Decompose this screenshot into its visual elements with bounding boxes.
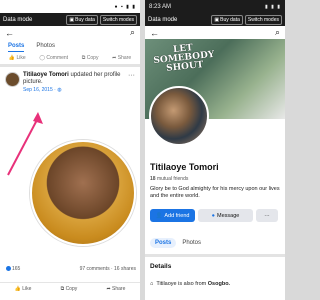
profile-name: Titilaoye Tomori [150,162,219,172]
bottom-like-label: Like [22,286,32,292]
buy-data-label: Buy data [220,16,240,23]
search-icon[interactable]: ⌕ [275,27,280,38]
like-reaction-icon [6,266,11,272]
profile-tabs: Posts Photos [150,238,204,248]
add-friend-icon: 👤 [155,212,163,219]
arrow-line [7,117,39,176]
buy-data-button[interactable]: ▣ Buy data [211,14,243,25]
location-pin-icon: ⌂ [150,281,154,287]
reactions-bar: 165 97 comments · 16 shares [6,266,136,272]
more-options-button[interactable]: ··· [256,209,278,222]
profile-avatar[interactable] [149,86,209,146]
mutual-friends[interactable]: 18 mutual friends [150,176,188,182]
bottom-copy-button[interactable]: ⧉ Copy [61,286,78,292]
data-mode-bar: Data mode ▣ Buy data Switch modes [145,13,285,26]
status-icons: ▮ ▮ ▮ [264,3,281,10]
details-heading: Details [150,263,172,270]
message-button[interactable]: ● Message [198,209,253,222]
cover-photo[interactable]: LET SOMEBODY SHOUT [145,39,285,146]
messenger-icon: ● [211,212,215,219]
bottom-share-button[interactable]: ➦ Share [106,286,125,292]
right-screen: 8:23 AM ▮ ▮ ▮ Data mode ▣ Buy data Switch… [145,0,285,300]
tab-posts[interactable]: Posts [150,238,177,248]
like-count[interactable]: 165 [6,266,20,272]
hometown-place[interactable]: Osogbo. [208,281,230,287]
arrow-head [33,112,43,124]
tab-photos[interactable]: Photos [179,238,204,248]
profile-bio: Glory be to God almighty for his mercy u… [150,186,280,199]
bottom-copy-label: Copy [65,286,78,292]
annotation-arrow [7,112,43,176]
add-friend-label: Add friend [164,212,190,219]
like-count-text: 165 [12,266,21,272]
bottom-actions: 👍 Like ⧉ Copy ➦ Share [0,282,140,292]
status-bar: 8:23 AM ▮ ▮ ▮ [145,0,285,13]
hometown-detail: ⌂ Titilaoye is also from Osogbo. [150,281,230,287]
bottom-share-label: Share [112,286,126,292]
comments-shares[interactable]: 97 comments · 16 shares [80,266,136,272]
status-time: 8:23 AM [149,3,172,10]
hometown-prefix: Titilaoye is also from [156,281,208,287]
switch-modes-button[interactable]: Switch modes [244,14,282,25]
add-friend-button[interactable]: 👤 Add friend [150,209,195,222]
data-mode-label: Data mode [148,16,178,23]
nav-bar: ← ⌕ [145,26,285,39]
section-divider [145,254,285,257]
comment-count: 97 comments [79,266,110,272]
message-label: Message [217,212,240,219]
cover-photo-text: LET SOMEBODY SHOUT [153,43,215,74]
share-count: 16 shares [114,266,136,272]
bottom-like-button[interactable]: 👍 Like [15,286,32,292]
back-arrow-icon[interactable]: ← [150,28,159,38]
profile-action-buttons: 👤 Add friend ● Message ··· [150,209,278,222]
buy-data-icon: ▣ [214,16,220,23]
left-screen: ● ▪ ▮ ▮ Data mode ▣ Buy data Switch modes… [0,0,140,300]
mutual-label: mutual friends [155,176,189,182]
